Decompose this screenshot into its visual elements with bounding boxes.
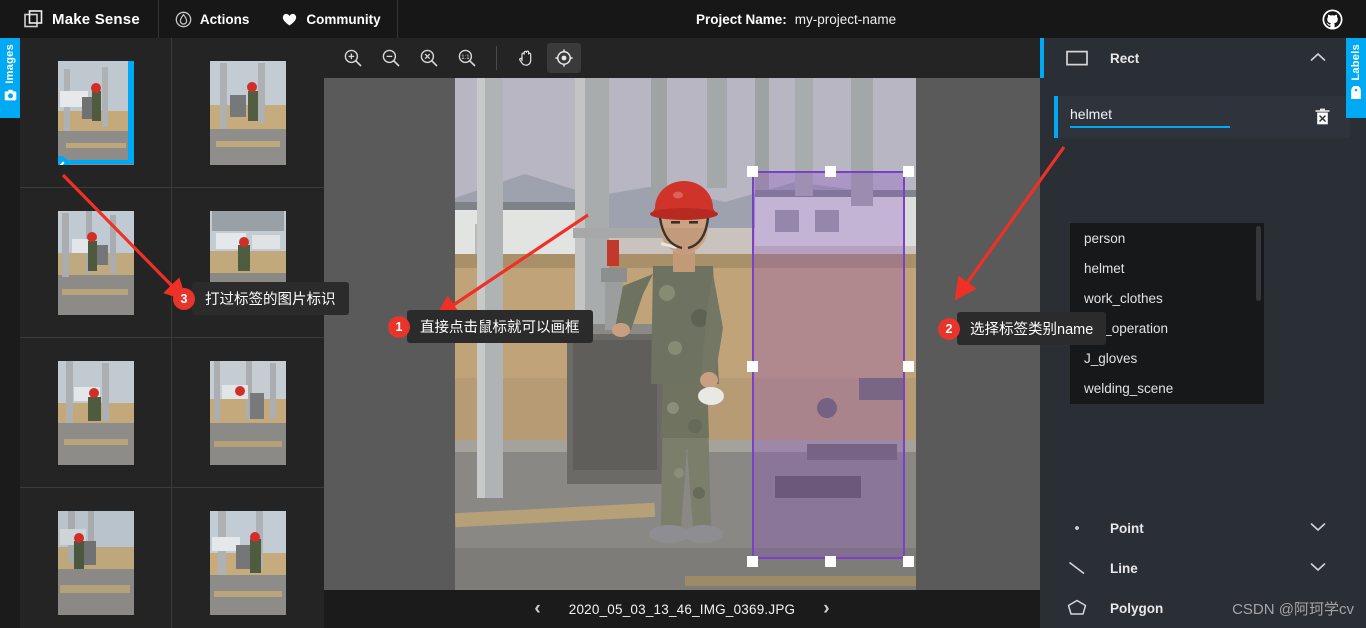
callout-number-3: 3 [173, 287, 195, 310]
callout-text-2: 选择标签类别name [957, 312, 1107, 345]
callout-1: 1 直接点击鼠标就可以画框 [388, 310, 593, 343]
callout-2: 2 选择标签类别name [938, 312, 1107, 345]
callout-3: 3 打过标签的图片标识 [173, 282, 349, 315]
callout-text-3: 打过标签的图片标识 [192, 282, 349, 315]
callout-number-2: 2 [938, 317, 960, 340]
callout-text-1: 直接点击鼠标就可以画框 [407, 310, 593, 343]
app-root: Make Sense Actions Community Project Nam… [0, 0, 1366, 628]
callout-number-1: 1 [388, 315, 410, 338]
